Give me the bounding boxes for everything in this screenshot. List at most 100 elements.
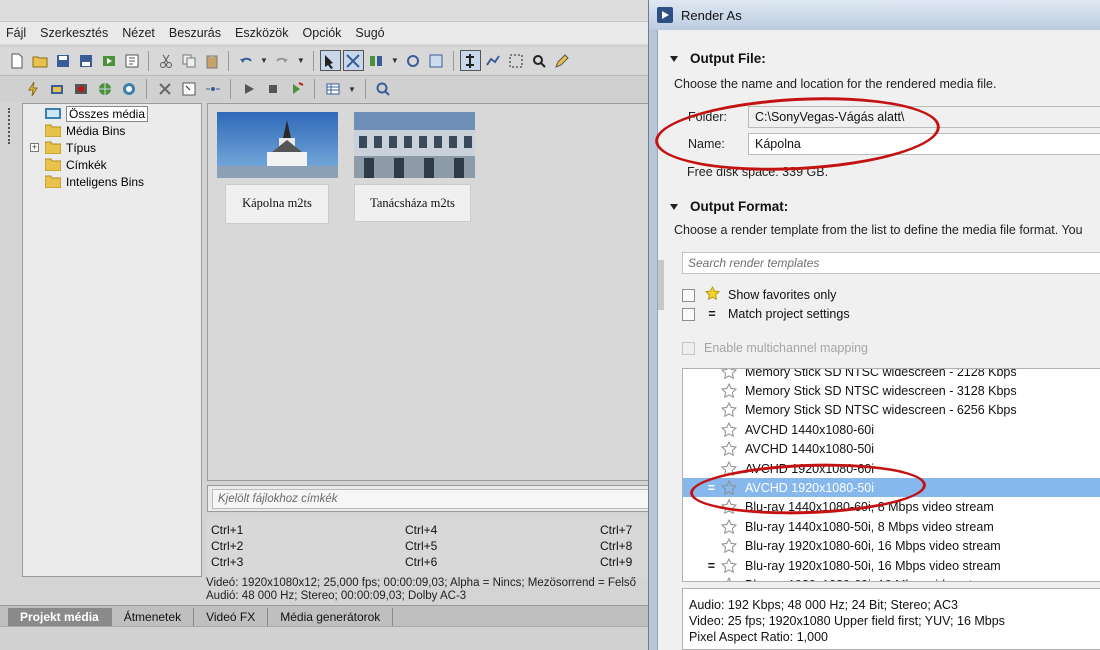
tree-item-media-bins[interactable]: Média Bins	[44, 122, 125, 139]
envelope-edit-tool-icon[interactable]	[483, 50, 504, 71]
tree-item-tags[interactable]: Címkék	[44, 156, 107, 173]
favorite-star-icon[interactable]	[720, 402, 739, 418]
tab-project-media[interactable]: Projekt média	[8, 608, 112, 626]
template-row[interactable]: = Blu-ray 1920x1080-50i, 16 Mbps video st…	[683, 556, 1100, 575]
collapse-icon[interactable]	[670, 203, 678, 210]
auto-crossfade-icon[interactable]	[342, 50, 364, 71]
favorite-star-icon[interactable]	[720, 479, 739, 496]
save-icon[interactable]	[52, 50, 73, 71]
views-dropdown-icon[interactable]: ▼	[348, 85, 356, 94]
template-row[interactable]: AVCHD 1920x1080-60i	[683, 459, 1100, 478]
template-row[interactable]: = AVCHD 1920x1080-50i	[683, 478, 1100, 498]
template-row[interactable]: AVCHD 1440x1080-60i	[683, 420, 1100, 439]
play-icon[interactable]	[238, 79, 259, 100]
template-row[interactable]: Blu-ray 1440x1080-60i, 8 Mbps video stre…	[683, 498, 1100, 517]
menu-help[interactable]: Sugó	[355, 26, 384, 40]
ignore-grouping-icon[interactable]	[426, 50, 447, 71]
views-icon[interactable]	[322, 79, 343, 100]
template-row[interactable]: Blu-ray 1920x1080-60i, 16 Mbps video str…	[683, 537, 1100, 556]
template-row[interactable]: Blu-ray 1920x1080-60i, 16 Mbps video str…	[683, 575, 1100, 581]
collapse-icon[interactable]	[670, 55, 678, 62]
match-project-checkbox[interactable]	[682, 307, 695, 321]
match-project-option[interactable]: = Match project settings	[682, 307, 850, 321]
media-fx-icon[interactable]	[202, 79, 223, 100]
favorite-star-icon[interactable]	[720, 421, 739, 438]
lock-envelopes-icon[interactable]	[403, 50, 424, 71]
menu-view[interactable]: Nézet	[122, 26, 155, 40]
capture-video-icon[interactable]	[46, 79, 67, 100]
favorite-star-icon[interactable]	[720, 518, 739, 535]
save-as-icon[interactable]	[75, 50, 96, 71]
template-row[interactable]: Memory Stick SD NTSC widescreen - 3128 K…	[683, 381, 1100, 400]
favorite-star-icon[interactable]	[720, 537, 739, 554]
folder-field[interactable]: C:\SonyVegas-Vágás alatt\	[748, 106, 1100, 128]
ripple-dropdown-icon[interactable]: ▼	[391, 56, 399, 65]
toolbar-separator	[314, 79, 315, 99]
media-clip[interactable]: Kápolna m2ts	[217, 112, 338, 224]
paste-icon[interactable]	[201, 50, 222, 71]
menu-insert[interactable]: Beszurás	[169, 26, 221, 40]
import-media-icon[interactable]	[22, 79, 43, 100]
search-icon[interactable]	[373, 79, 394, 100]
favorite-star-icon[interactable]	[720, 369, 739, 380]
search-templates-input[interactable]: Search render templates	[682, 252, 1100, 274]
menu-tools[interactable]: Eszközök	[235, 26, 289, 40]
properties-icon[interactable]	[121, 50, 142, 71]
dialog-body: Output File: Choose the name and locatio…	[657, 30, 1100, 650]
undo-icon[interactable]	[235, 50, 256, 71]
search-media-icon[interactable]	[118, 79, 139, 100]
favorite-star-icon[interactable]	[720, 499, 739, 515]
pencil-icon[interactable]	[552, 50, 573, 71]
tree-item-all-media[interactable]: Összes média	[45, 105, 149, 122]
favorite-star-icon[interactable]	[721, 576, 739, 581]
remove-media-icon[interactable]	[154, 79, 175, 100]
menu-edit[interactable]: Szerkesztés	[40, 26, 108, 40]
snapping-icon[interactable]	[319, 50, 341, 71]
copy-icon[interactable]	[178, 50, 199, 71]
auto-preview-icon[interactable]	[286, 79, 307, 100]
shortcut-label: Ctrl+6	[405, 555, 438, 569]
redo-icon[interactable]	[272, 50, 293, 71]
tree-item-smart-bins[interactable]: Inteligens Bins	[44, 173, 144, 190]
show-favorites-option[interactable]: Show favorites only	[682, 285, 836, 304]
open-folder-icon[interactable]	[29, 50, 50, 71]
template-row[interactable]: Blu-ray 1440x1080-50i, 8 Mbps video stre…	[683, 517, 1100, 536]
template-row[interactable]: Memory Stick SD NTSC widescreen - 6256 K…	[683, 401, 1100, 420]
get-media-web-icon[interactable]	[94, 79, 115, 100]
show-favorites-checkbox[interactable]	[682, 288, 695, 302]
menu-file[interactable]: Fájl	[6, 26, 26, 40]
stop-icon[interactable]	[262, 79, 283, 100]
normal-edit-tool-icon[interactable]	[459, 50, 481, 71]
tab-media-generators[interactable]: Média generátorok	[268, 608, 394, 626]
selection-edit-tool-icon[interactable]	[506, 50, 527, 71]
tab-video-fx[interactable]: Videó FX	[194, 608, 269, 626]
new-project-icon[interactable]	[6, 50, 27, 71]
dialog-title-bar[interactable]: Render As	[649, 0, 1100, 30]
render-as-icon[interactable]	[98, 50, 119, 71]
dialog-scrollbar[interactable]	[658, 260, 664, 310]
favorite-star-icon[interactable]	[720, 440, 739, 457]
template-row[interactable]: AVCHD 1440x1080-50i	[683, 440, 1100, 459]
tab-transitions[interactable]: Átmenetek	[112, 608, 195, 626]
expand-icon[interactable]: +	[30, 143, 39, 152]
get-photo-icon[interactable]	[70, 79, 91, 100]
media-properties-icon[interactable]	[178, 79, 199, 100]
favorite-star-icon[interactable]	[720, 382, 739, 399]
cut-icon[interactable]	[155, 50, 176, 71]
dock-grip[interactable]	[8, 108, 12, 144]
tree-item-type[interactable]: Típus	[44, 139, 96, 156]
favorite-star-icon[interactable]	[720, 460, 739, 477]
redo-dropdown-icon[interactable]: ▼	[297, 56, 305, 65]
menu-options[interactable]: Opciók	[303, 26, 342, 40]
render-template-list[interactable]: Memory Stick SD NTSC widescreen - 2128 K…	[682, 368, 1100, 582]
name-field[interactable]: Kápolna	[748, 133, 1100, 155]
output-file-section[interactable]: Output File:	[670, 51, 766, 66]
ripple-edit-icon[interactable]	[366, 50, 387, 71]
undo-dropdown-icon[interactable]: ▼	[260, 56, 268, 65]
favorite-star-icon[interactable]	[720, 557, 739, 574]
zoom-edit-tool-icon[interactable]	[529, 50, 550, 71]
tag-input[interactable]: Kjelölt fájlokhoz címkék	[212, 489, 655, 509]
template-row[interactable]: Memory Stick SD NTSC widescreen - 2128 K…	[683, 369, 1100, 381]
media-clip[interactable]: Tanácsháza m2ts	[354, 112, 475, 222]
output-format-section[interactable]: Output Format:	[670, 199, 788, 214]
